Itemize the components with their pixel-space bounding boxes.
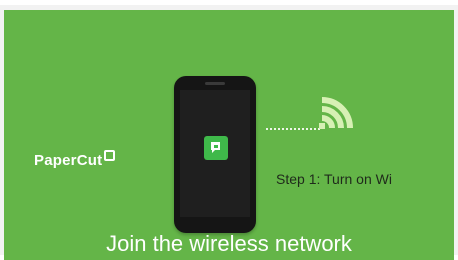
papercut-logo-mark-icon — [104, 150, 116, 161]
phone-screen — [180, 90, 250, 217]
wifi-signal-icon — [319, 97, 353, 129]
smartphone-icon — [174, 76, 256, 233]
brand-name: PaperCut — [34, 152, 103, 169]
signal-dotted-line — [266, 128, 320, 130]
video-frame: PaperCut Step 1: Turn on Wi Join the wir… — [0, 5, 458, 260]
papercut-logo: PaperCut — [34, 150, 116, 169]
video-caption: Join the wireless network — [106, 231, 352, 256]
step-instruction: Step 1: Turn on Wi — [276, 171, 392, 187]
phone-speaker — [205, 82, 225, 85]
tutorial-slide: PaperCut Step 1: Turn on Wi Join the wir… — [4, 10, 454, 260]
papercut-app-icon — [204, 136, 228, 160]
